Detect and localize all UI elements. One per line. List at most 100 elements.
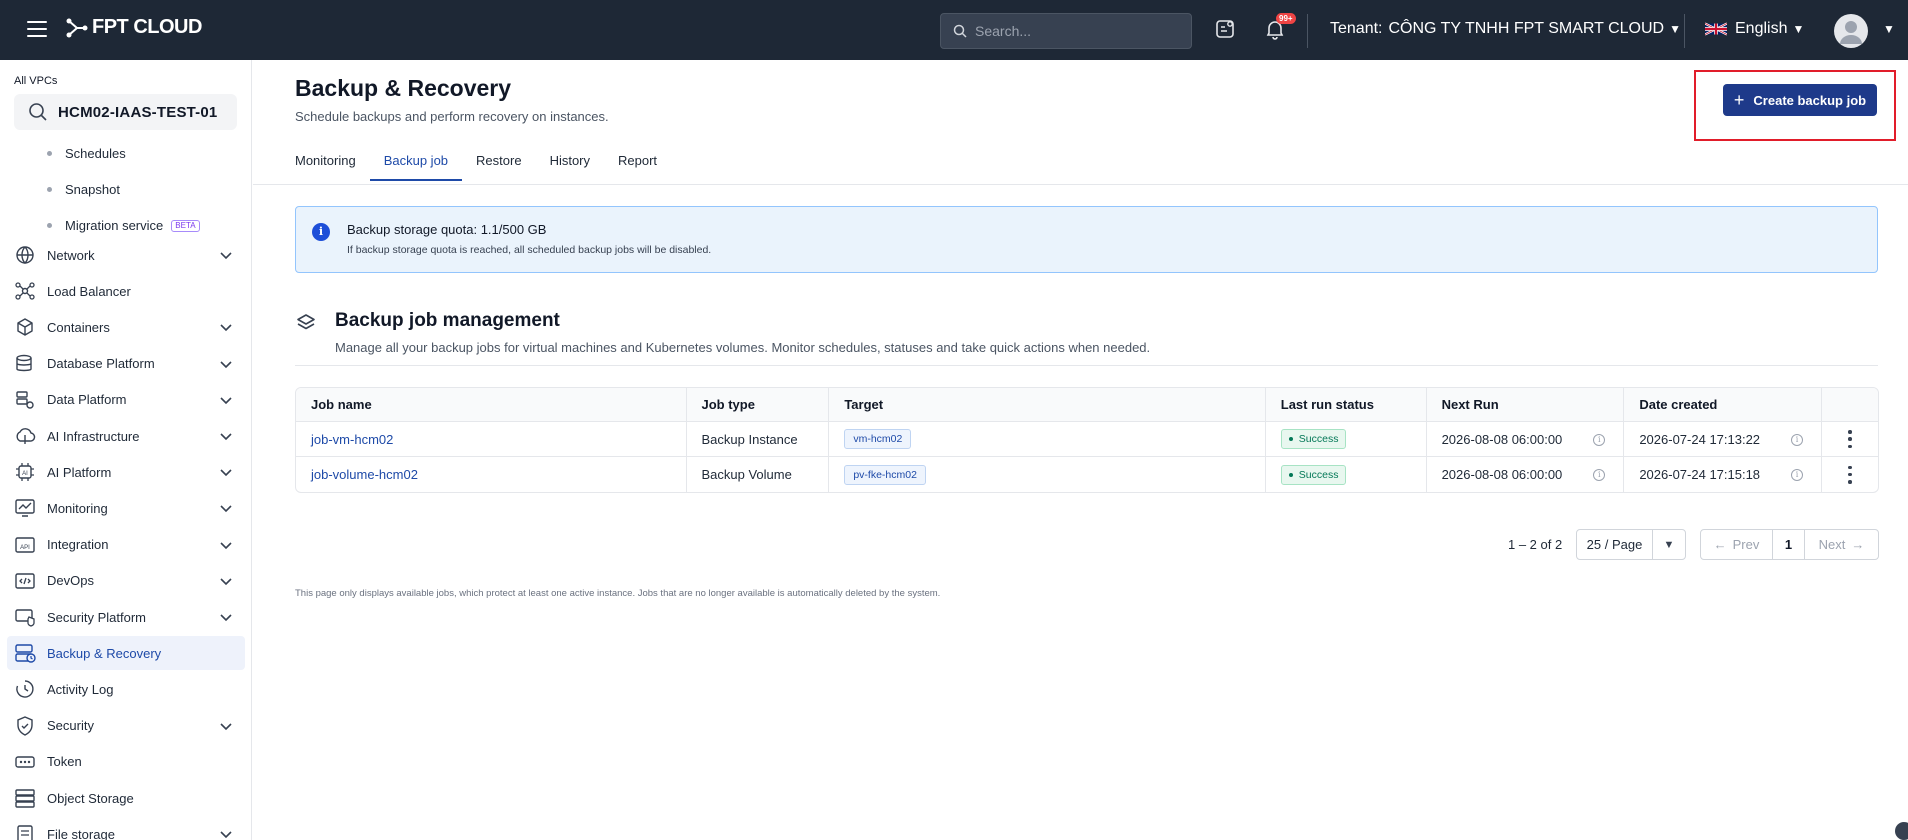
actions-cell: [1822, 457, 1878, 492]
job-type-cell: Backup Instance: [687, 422, 830, 456]
sidebar-item-object-storage[interactable]: Object Storage: [7, 781, 245, 815]
sidebar-item-label: Activity Log: [47, 681, 114, 697]
avatar-caret-down-icon[interactable]: ▼: [1883, 22, 1895, 36]
date-created-cell: 2026-07-24 17:15:18 i: [1624, 457, 1823, 492]
sidebar-subitem-label: Migration service: [65, 218, 164, 233]
status-dot-icon: [1288, 437, 1293, 441]
token-icon: [14, 751, 36, 773]
search-box[interactable]: [940, 13, 1192, 49]
backup-jobs-table: Job name Job type Target Last run status…: [295, 387, 1879, 493]
tab-history[interactable]: History: [536, 153, 604, 181]
chevron-down-icon[interactable]: [219, 539, 233, 554]
bullet-icon: [47, 187, 52, 192]
target-tag[interactable]: pv-fke-hcm02: [844, 464, 926, 485]
sidebar-item-label: Database Platform: [47, 356, 155, 372]
hamburger-menu-icon[interactable]: [27, 21, 47, 39]
next-run-value: 2026-08-08 06:00:00: [1441, 431, 1563, 447]
chevron-down-icon[interactable]: [219, 321, 233, 336]
sidebar-item-data-platform[interactable]: Data Platform: [7, 383, 245, 417]
tab-backup-job[interactable]: Backup job: [369, 153, 463, 181]
sidebar-subitem-migration-service[interactable]: Migration service BETA: [47, 218, 200, 233]
next-page-button[interactable]: Next →: [1805, 530, 1878, 559]
info-circle-icon[interactable]: i: [1791, 434, 1804, 446]
help-widget-icon[interactable]: [1895, 822, 1908, 840]
brand-logo[interactable]: FPT CLOUD: [64, 16, 202, 39]
footnote: This page only displays available jobs, …: [295, 588, 941, 599]
table-row: job-vm-hcm02 Backup Instance vm-hcm02 Su…: [296, 422, 1878, 457]
ticket-icon[interactable]: [1214, 18, 1238, 42]
notification-bell-icon[interactable]: 99+: [1264, 13, 1296, 42]
chevron-down-icon[interactable]: [219, 720, 233, 735]
language-selector[interactable]: English ▼: [1705, 20, 1804, 38]
job-name-link[interactable]: job-volume-hcm02: [311, 467, 418, 482]
chevron-down-icon[interactable]: [219, 430, 233, 445]
chevron-down-icon[interactable]: [219, 394, 233, 409]
chevron-down-icon[interactable]: [219, 575, 233, 590]
sidebar-item-label: Backup & Recovery: [47, 645, 162, 661]
clock-icon: [14, 678, 36, 700]
quota-info-description: If backup storage quota is reached, all …: [347, 244, 712, 256]
load-balancer-icon: [14, 280, 36, 302]
security-platform-icon: [14, 606, 36, 628]
sidebar-item-file-storage[interactable]: File storage: [7, 817, 245, 840]
sidebar-item-label: Security: [47, 718, 94, 734]
create-backup-job-button[interactable]: + Create backup job: [1723, 84, 1877, 116]
sidebar-item-integration[interactable]: API Integration: [7, 528, 245, 562]
sidebar-item-security-platform[interactable]: Security Platform: [7, 600, 245, 634]
sidebar-item-backup-and-recovery[interactable]: Backup & Recovery: [7, 636, 245, 671]
prev-page-button[interactable]: ← Prev: [1701, 530, 1773, 559]
sidebar-item-load-balancer[interactable]: Load Balancer: [7, 274, 245, 308]
search-icon: [29, 103, 47, 121]
tab-restore[interactable]: Restore: [462, 153, 536, 181]
vpc-selector[interactable]: HCM02-IAAS-TEST-01: [14, 94, 237, 130]
target-cell: vm-hcm02: [829, 422, 1266, 456]
sidebar-item-security[interactable]: Security: [7, 709, 245, 743]
job-name-link[interactable]: job-vm-hcm02: [311, 432, 393, 447]
chevron-down-icon[interactable]: [219, 828, 233, 840]
sidebar-item-label: Token: [47, 754, 82, 770]
chevron-down-icon[interactable]: [219, 611, 233, 626]
tab-report[interactable]: Report: [604, 153, 671, 181]
sidebar-subitem-schedules[interactable]: Schedules: [47, 146, 126, 161]
next-run-cell: 2026-08-08 06:00:00 i: [1427, 422, 1625, 456]
next-label: Next: [1818, 537, 1846, 552]
pagination-range: 1 – 2 of 2: [1508, 537, 1563, 552]
chevron-down-icon[interactable]: [219, 249, 233, 264]
page-number-button[interactable]: 1: [1773, 530, 1805, 559]
status-cell: Success: [1266, 422, 1427, 456]
sidebar-item-devops[interactable]: DevOps: [7, 564, 245, 598]
top-bar: FPT CLOUD 99+ Tenant: CÔNG TY TNHH FPT S…: [0, 0, 1908, 60]
ai-chip-icon: AI: [14, 461, 36, 483]
sidebar-item-label: File storage: [47, 826, 115, 840]
svg-text:AI: AI: [22, 471, 28, 477]
sidebar-item-activity-log[interactable]: Activity Log: [7, 672, 245, 706]
sidebar-item-database-platform[interactable]: Database Platform: [7, 347, 245, 381]
tenant-selector[interactable]: Tenant: CÔNG TY TNHH FPT SMART CLOUD ▼: [1330, 20, 1681, 38]
user-avatar[interactable]: [1834, 14, 1868, 48]
tab-monitoring[interactable]: Monitoring: [295, 153, 370, 181]
chevron-down-icon[interactable]: [219, 466, 233, 481]
sidebar-item-containers[interactable]: Containers: [7, 310, 245, 344]
bullet-icon: [47, 223, 52, 228]
more-actions-icon[interactable]: [1843, 465, 1857, 484]
search-input[interactable]: [975, 23, 1175, 39]
sidebar-item-monitoring[interactable]: Monitoring: [7, 491, 245, 525]
sidebar-item-ai-infrastructure[interactable]: AI Infrastructure: [7, 419, 245, 453]
info-circle-icon[interactable]: i: [1791, 469, 1804, 481]
tenant-label: Tenant:: [1330, 20, 1383, 37]
page-size-select[interactable]: 25 / Page ▼: [1576, 529, 1686, 560]
sidebar-item-ai-platform[interactable]: AI AI Platform: [7, 455, 245, 489]
target-tag[interactable]: vm-hcm02: [844, 429, 912, 449]
column-header-actions: [1822, 388, 1878, 421]
info-circle-icon[interactable]: i: [1593, 469, 1606, 481]
more-actions-icon[interactable]: [1843, 430, 1857, 448]
vpc-label: All VPCs: [14, 75, 58, 87]
info-circle-icon[interactable]: i: [1593, 434, 1606, 446]
chevron-down-icon[interactable]: [219, 358, 233, 373]
sidebar-item-network[interactable]: Network: [7, 238, 245, 272]
chevron-down-icon[interactable]: [219, 502, 233, 517]
sidebar-item-token[interactable]: Token: [7, 745, 245, 779]
next-run-cell: 2026-08-08 06:00:00 i: [1427, 457, 1625, 492]
status-label: Success: [1298, 433, 1339, 445]
sidebar-subitem-snapshot[interactable]: Snapshot: [47, 182, 120, 197]
